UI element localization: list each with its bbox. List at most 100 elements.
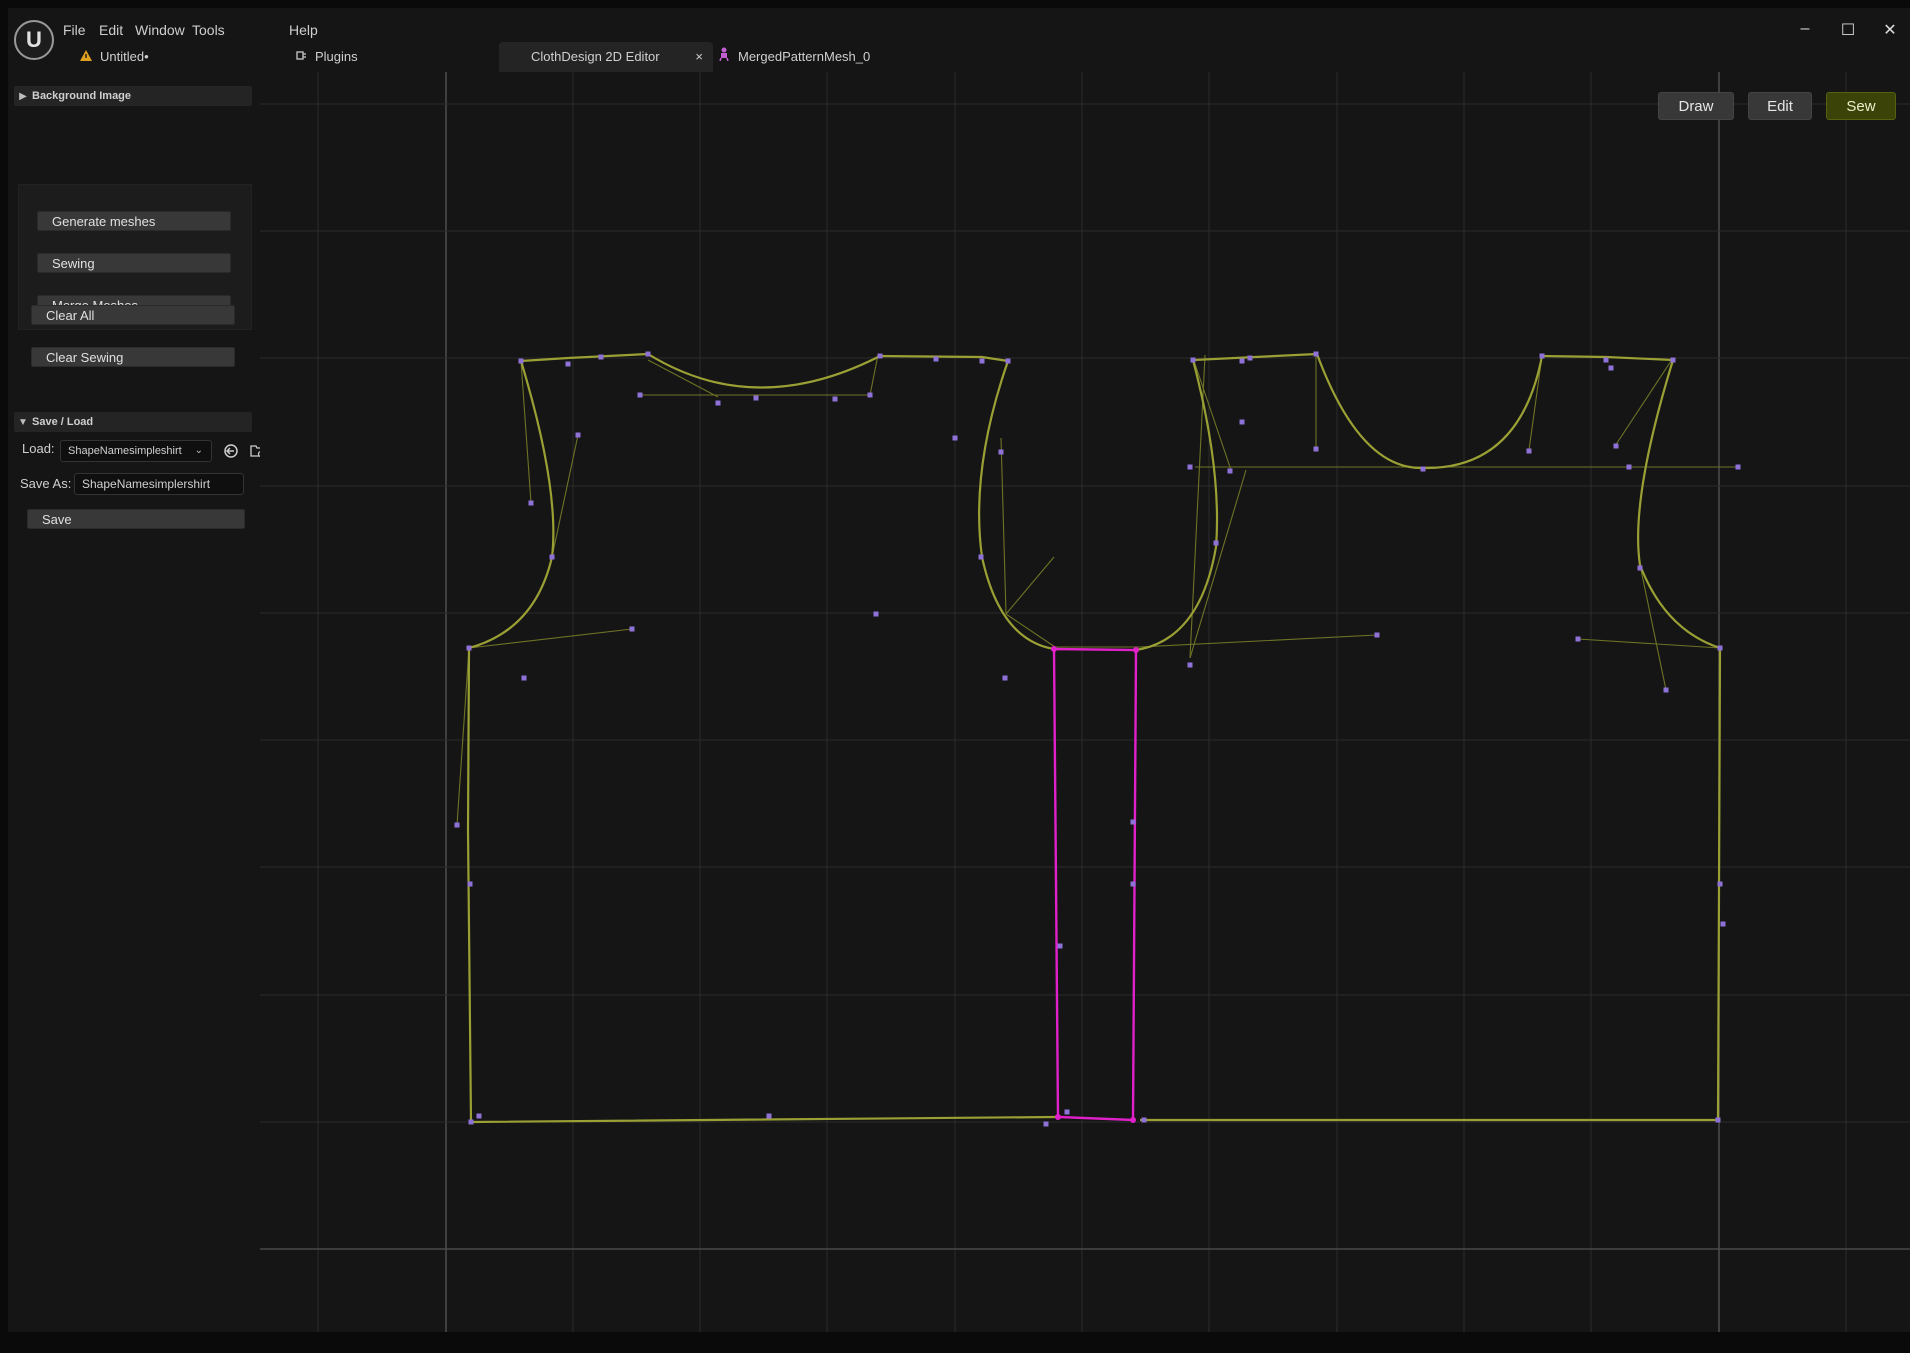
pattern-outline: [468, 360, 555, 650]
control-point: [1141, 1117, 1147, 1123]
control-point: [468, 1119, 474, 1125]
load-value: ShapeNamesimpleshirt: [68, 445, 182, 457]
control-point: [1575, 636, 1581, 642]
control-point: [1637, 565, 1643, 571]
control-points: [454, 351, 1741, 1127]
skeleton-mesh-icon: [718, 42, 730, 72]
control-point: [978, 554, 984, 560]
control-point: [476, 1113, 482, 1119]
control-point: [753, 395, 759, 401]
control-point: [637, 392, 643, 398]
pattern-outline: [1637, 359, 1721, 650]
pattern-outline: [1315, 353, 1674, 470]
save-load-header[interactable]: ▼ Save / Load: [14, 412, 252, 432]
control-point: [1663, 687, 1669, 693]
generate-meshes-button[interactable]: Generate meshes: [37, 211, 231, 231]
warning-triangle-icon: [80, 42, 92, 72]
handle-line: [647, 359, 719, 398]
control-point: [1239, 419, 1245, 425]
menu-window[interactable]: Window: [135, 22, 185, 38]
unreal-logo[interactable]: U: [14, 20, 54, 60]
tab-label: ClothDesign 2D Editor: [531, 49, 660, 64]
grid: [260, 72, 1910, 1332]
control-point: [1239, 358, 1245, 364]
menu-tools[interactable]: Tools: [192, 22, 225, 38]
control-point: [1005, 358, 1011, 364]
control-point: [466, 645, 472, 651]
control-point: [1313, 446, 1319, 452]
control-point: [1227, 468, 1233, 474]
title-bar: U File Edit Window Tools Help Untitled• …: [8, 8, 1910, 72]
side-panel: ▶ Background Image Generate meshes Sewing…: [8, 72, 265, 1332]
control-point: [979, 358, 985, 364]
tab-label: Untitled•: [100, 49, 149, 64]
control-point: [1720, 921, 1726, 927]
clear-all-button[interactable]: Clear All: [31, 305, 235, 325]
background-image-header[interactable]: ▶ Background Image: [14, 86, 252, 106]
edit-mode-button[interactable]: Edit: [1748, 92, 1812, 120]
sew-mode-button[interactable]: Sew: [1826, 92, 1896, 120]
tab-label: Plugins: [315, 49, 358, 64]
refresh-icon[interactable]: [222, 443, 240, 461]
control-point: [1002, 675, 1008, 681]
control-point: [575, 432, 581, 438]
control-point: [1190, 357, 1196, 363]
control-point: [1717, 645, 1723, 651]
control-point: [1603, 357, 1609, 363]
maximize-icon[interactable]: ☐: [1838, 20, 1858, 40]
control-point: [454, 822, 460, 828]
control-point: [1526, 448, 1532, 454]
pattern-outline: [466, 647, 1057, 1124]
control-point: [933, 356, 939, 362]
tab-clothdesign-editor[interactable]: ClothDesign 2D Editor ×: [499, 42, 713, 72]
section-title: Background Image: [32, 90, 132, 102]
control-point: [1187, 662, 1193, 668]
logo-glyph: U: [26, 27, 42, 52]
pattern-outlines: [466, 352, 1722, 1124]
control-point: [1735, 464, 1741, 470]
control-point: [645, 351, 651, 357]
collapse-arrow-icon: ▼: [18, 417, 28, 428]
sew-vertex: [1130, 1117, 1136, 1123]
control-point: [1043, 1121, 1049, 1127]
control-point: [873, 611, 879, 617]
tab-plugins[interactable]: Plugins: [295, 42, 455, 72]
control-point: [1313, 351, 1319, 357]
save-as-input[interactable]: ShapeNamesimplershirt: [74, 473, 244, 495]
tab-merged-pattern-mesh[interactable]: MergedPatternMesh_0: [718, 42, 918, 72]
control-point: [565, 361, 571, 367]
load-combobox[interactable]: ShapeNamesimpleshirt ⌄: [60, 440, 212, 462]
close-window-icon[interactable]: ✕: [1880, 20, 1900, 40]
plug-icon: [295, 42, 307, 72]
handle-lines: [456, 354, 1738, 826]
editor-window: U File Edit Window Tools Help Untitled• …: [8, 8, 1910, 1332]
control-point: [521, 675, 527, 681]
control-point: [1608, 365, 1614, 371]
control-point: [832, 396, 838, 402]
handle-line: [1139, 634, 1378, 648]
control-point: [1130, 819, 1136, 825]
tab-close-button[interactable]: ×: [695, 42, 703, 72]
control-point: [867, 392, 873, 398]
save-button[interactable]: Save: [27, 509, 245, 529]
menu-file[interactable]: File: [63, 22, 86, 38]
pattern-outline: [978, 360, 1055, 651]
handle-line: [1614, 357, 1674, 447]
control-point: [1717, 881, 1723, 887]
menu-help[interactable]: Help: [289, 22, 318, 38]
pattern-canvas[interactable]: [260, 72, 1910, 1332]
menu-edit[interactable]: Edit: [99, 22, 123, 38]
section-title: Save / Load: [32, 416, 94, 428]
handle-line: [1639, 564, 1667, 691]
pattern-viewport[interactable]: Draw Edit Sew: [260, 72, 1910, 1332]
pattern-outline: [1140, 647, 1722, 1122]
sewing-button[interactable]: Sewing: [37, 253, 231, 273]
clear-sewing-button[interactable]: Clear Sewing: [31, 347, 235, 367]
draw-mode-button[interactable]: Draw: [1658, 92, 1734, 120]
sew-seam-outline: [1052, 647, 1138, 1122]
handle-line: [1000, 437, 1007, 615]
control-point: [1613, 443, 1619, 449]
handle-line: [1528, 355, 1543, 451]
tab-untitled[interactable]: Untitled•: [80, 42, 230, 72]
minimize-icon[interactable]: –: [1795, 20, 1815, 38]
